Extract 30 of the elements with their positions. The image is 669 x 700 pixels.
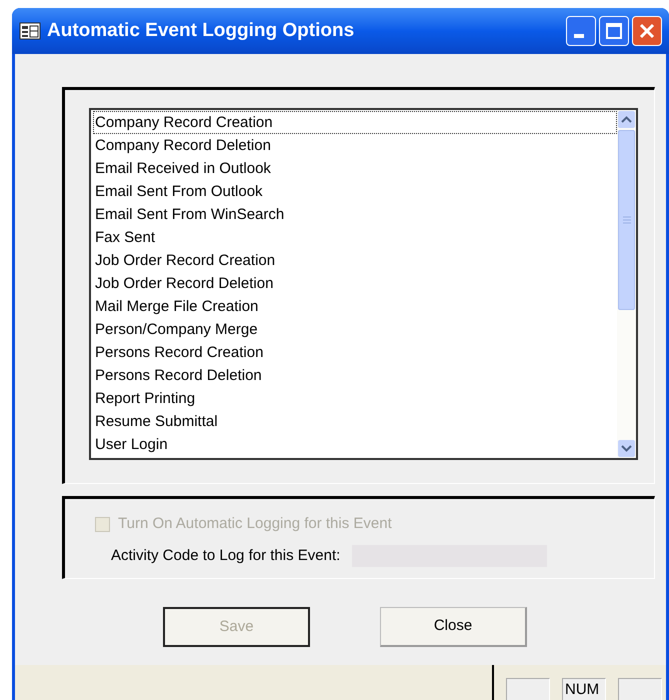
close-button[interactable]: Close [380, 607, 527, 647]
status-pane [506, 678, 550, 700]
event-list-item[interactable]: Job Order Record Creation [93, 249, 617, 272]
event-list-item[interactable]: Email Sent From Outlook [93, 180, 617, 203]
close-window-button[interactable] [632, 16, 662, 46]
event-list-item[interactable]: User Login [93, 433, 617, 456]
minimize-icon [574, 34, 584, 38]
window-app-icon [19, 22, 41, 40]
event-list-item[interactable]: Person/Company Merge [93, 318, 617, 341]
event-list-item[interactable]: Company Record Creation [93, 111, 617, 134]
event-list-item[interactable]: Report Printing [93, 387, 617, 410]
event-list-item[interactable]: Email Sent From WinSearch [93, 203, 617, 226]
status-pane [618, 678, 662, 700]
maximize-button[interactable] [599, 16, 629, 46]
event-list-item[interactable]: Company Record Deletion [93, 134, 617, 157]
event-list-item[interactable]: Persons Record Creation [93, 341, 617, 364]
grip-icon [622, 216, 630, 224]
event-list-item[interactable]: Job Order Record Deletion [93, 272, 617, 295]
window-title: Automatic Event Logging Options [47, 18, 354, 43]
close-icon [639, 23, 655, 39]
event-list-item[interactable]: Resume Submittal [93, 410, 617, 433]
status-indicator: NUM [562, 678, 606, 700]
event-list-item[interactable]: Email Received in Outlook [93, 157, 617, 180]
minimize-button[interactable] [566, 16, 596, 46]
event-list-item[interactable]: Persons Record Deletion [93, 364, 617, 387]
event-list-item[interactable]: Mail Merge File Creation [93, 295, 617, 318]
event-list-item[interactable]: Fax Sent [93, 226, 617, 249]
activity-code-label: Activity Code to Log for this Event: [111, 546, 340, 566]
logging-checkbox-label: Turn On Automatic Logging for this Event [118, 514, 392, 534]
maximize-icon [606, 23, 622, 39]
